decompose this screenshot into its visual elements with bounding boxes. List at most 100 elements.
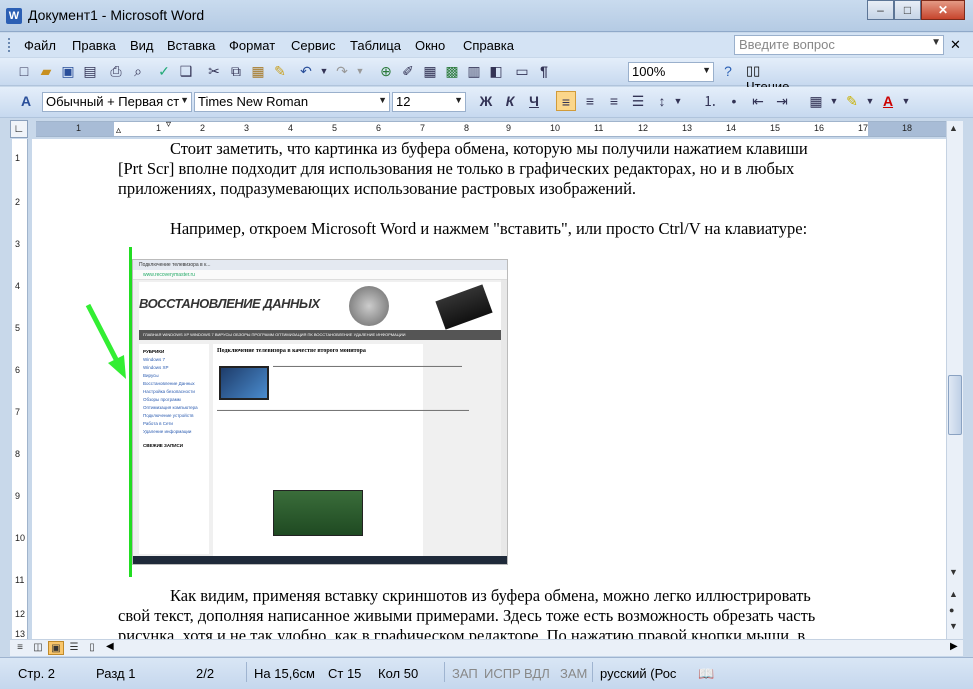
outline-view-icon[interactable]: ☰ [66,641,82,655]
underline-button[interactable]: Ч [524,91,544,111]
indent-marker-icon[interactable]: ▵ [116,125,121,136]
italic-button[interactable]: К [500,91,520,111]
show-formatting-icon[interactable]: ¶ [534,61,554,81]
status-track-changes[interactable]: ИСПР [484,666,521,681]
horizontal-scrollbar[interactable]: ≡ ◫ ▣ ☰ ▯ ◀ ▶ [10,639,963,656]
undo-dropdown-icon[interactable]: ▼ [314,61,334,81]
align-right-icon[interactable]: ≡ [604,91,624,111]
hyperlink-icon[interactable]: ⊕ [376,61,396,81]
permission-icon[interactable]: ▤ [80,61,100,81]
first-line-indent-icon[interactable]: ▿ [166,119,171,130]
scroll-down-icon[interactable]: ▼ [949,567,958,577]
new-document-icon[interactable]: □ [14,61,34,81]
print-preview-icon[interactable]: ⌕ [128,61,148,81]
insert-excel-icon[interactable]: ▩ [442,61,462,81]
status-language[interactable]: русский (Рос [600,666,676,681]
menu-window[interactable]: Окно [415,38,445,53]
font-color-dropdown-icon[interactable]: ▼ [896,91,916,111]
align-center-icon[interactable]: ≡ [580,91,600,111]
status-record[interactable]: ЗАП [452,666,478,681]
redo-dropdown-icon[interactable]: ▼ [350,61,370,81]
browse-object-icon[interactable]: ● [949,605,954,615]
chevron-down-icon[interactable]: ▼ [931,37,941,48]
undo-icon[interactable]: ↶ [296,61,316,81]
embedded-scrollbar [501,280,507,556]
maximize-button[interactable]: □ [894,0,921,20]
vertical-scrollbar[interactable]: ▲ ▼ ▲ ● ▼ [946,121,963,639]
embedded-screenshot[interactable]: Подключение телевизора в к... www.recove… [132,259,508,565]
previous-page-icon[interactable]: ▲ [949,589,958,599]
font-color-icon[interactable]: A [878,91,898,111]
document-page[interactable]: Стоит заметить, что картинка из буфера о… [32,139,946,639]
scroll-up-icon[interactable]: ▲ [949,123,958,133]
cut-icon[interactable]: ✂ [204,61,224,81]
save-icon[interactable]: ▣ [58,61,78,81]
vertical-ruler[interactable]: 1 2 3 4 5 6 7 8 9 10 11 12 13 [12,139,28,639]
copy-icon[interactable]: ⧉ [226,61,246,81]
bold-button[interactable]: Ж [476,91,496,111]
highlight-icon[interactable]: ✎ [842,91,862,111]
print-layout-icon[interactable]: ▣ [48,641,64,655]
chevron-down-icon[interactable]: ▼ [180,95,189,105]
chevron-down-icon[interactable]: ▼ [454,95,463,105]
chevron-down-icon[interactable]: ▼ [378,95,387,105]
borders-icon[interactable]: ▦ [806,91,826,111]
research-icon[interactable]: ❑ [176,61,196,81]
menu-table[interactable]: Таблица [350,38,401,53]
tables-borders-icon[interactable]: ✐ [398,61,418,81]
close-document-icon[interactable]: ✕ [950,37,961,53]
align-left-icon[interactable]: ≡ [556,91,576,111]
ruler-number: 2 [200,123,206,133]
next-page-icon[interactable]: ▼ [949,621,958,631]
bullets-icon[interactable]: • [724,91,744,111]
menu-grip[interactable] [8,38,12,52]
menu-format[interactable]: Формат [229,38,275,53]
scroll-left-icon[interactable]: ◀ [106,641,114,652]
zoom-combo[interactable]: 100% ▼ [628,62,714,82]
scrollbar-thumb[interactable] [948,375,962,435]
highlight-dropdown-icon[interactable]: ▼ [860,91,880,111]
normal-view-icon[interactable]: ≡ [12,641,28,655]
decrease-indent-icon[interactable]: ⇤ [748,91,768,111]
styles-pane-icon[interactable]: A [16,91,36,111]
menu-tools[interactable]: Сервис [291,38,336,53]
spelling-icon[interactable]: ✓ [154,61,174,81]
line-spacing-dropdown-icon[interactable]: ▼ [668,91,688,111]
drawing-icon[interactable]: ◧ [486,61,506,81]
font-size-combo[interactable]: 12 ▼ [392,92,466,112]
tab-selector[interactable]: ∟ [10,120,28,138]
close-button[interactable]: ✕ [921,0,965,20]
paste-icon[interactable]: ▦ [248,61,268,81]
menu-edit[interactable]: Правка [72,38,116,53]
ask-question-input[interactable]: Введите вопрос ▼ [734,35,944,55]
document-map-icon[interactable]: ▭ [512,61,532,81]
status-overtype[interactable]: ЗАМ [560,666,587,681]
numbering-icon[interactable]: ⒈ [700,91,720,111]
format-painter-icon[interactable]: ✎ [270,61,290,81]
ruler-number: 12 [15,609,26,619]
menu-view[interactable]: Вид [130,38,154,53]
justify-icon[interactable]: ☰ [628,91,648,111]
redo-icon[interactable]: ↷ [332,61,352,81]
menu-insert[interactable]: Вставка [167,38,215,53]
reading-view-icon[interactable]: ▯ [84,641,100,655]
font-combo[interactable]: Times New Roman ▼ [194,92,390,112]
word-app-icon[interactable]: W [6,8,22,24]
help-icon[interactable]: ? [718,61,738,81]
insert-table-icon[interactable]: ▦ [420,61,440,81]
horizontal-ruler[interactable]: 1 1 2 3 4 5 6 7 8 9 10 11 12 13 14 15 16… [36,119,956,137]
minimize-button[interactable]: – [867,0,894,20]
open-folder-icon[interactable]: ▰ [36,61,56,81]
style-combo[interactable]: Обычный + Первая ст ▼ [42,92,192,112]
print-icon[interactable]: ⎙ [106,61,126,81]
status-extend[interactable]: ВДЛ [524,666,550,681]
borders-dropdown-icon[interactable]: ▼ [824,91,844,111]
increase-indent-icon[interactable]: ⇥ [772,91,792,111]
columns-icon[interactable]: ▥ [464,61,484,81]
scroll-right-icon[interactable]: ▶ [950,641,958,652]
web-view-icon[interactable]: ◫ [30,641,46,655]
chevron-down-icon[interactable]: ▼ [702,65,711,75]
menu-file[interactable]: Файл [24,38,56,53]
spelling-status-icon[interactable]: 📖 [698,666,714,682]
menu-help[interactable]: Справка [463,38,514,53]
